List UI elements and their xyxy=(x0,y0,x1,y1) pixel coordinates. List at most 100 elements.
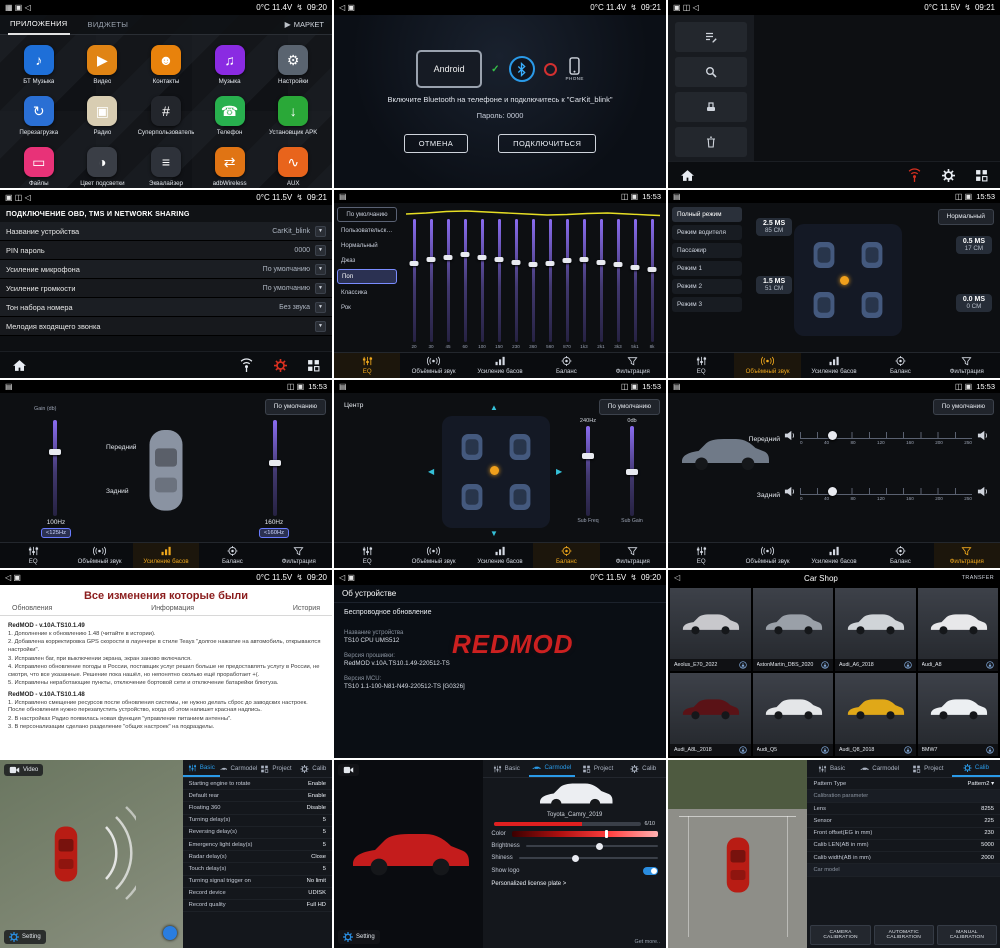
car-model-card[interactable]: Audi_Q8_2018 xyxy=(835,673,916,756)
tab-applications[interactable]: ПРИЛОЖЕНИЯ xyxy=(8,14,70,35)
tab-surround[interactable]: Объёмный звук xyxy=(400,353,466,378)
eq-band-slider[interactable]: 870 xyxy=(559,219,575,349)
settings-row[interactable]: Усиление микрофона По умолчанию ▼ xyxy=(0,260,332,279)
settings-row[interactable]: Усиление громкости По умолчанию ▼ xyxy=(0,279,332,298)
tab-filter[interactable]: Фильтрация xyxy=(934,353,1000,378)
app-shortcut[interactable]: ▶ Видео xyxy=(72,45,134,85)
show-logo-toggle[interactable] xyxy=(643,867,658,875)
tab-filter[interactable]: Фильтрация xyxy=(266,543,332,568)
tab-carmodel[interactable]: Carmodel xyxy=(856,760,904,777)
arrow-left-icon[interactable]: ◀ xyxy=(428,468,434,476)
settings-row[interactable]: Название устройства CarKit_blink ▼ xyxy=(0,222,332,241)
download-icon[interactable] xyxy=(739,746,747,754)
automatic-calibration-button[interactable]: AUTOMATIC CALIBRATION xyxy=(874,925,934,945)
tab-updates[interactable]: Обновления xyxy=(12,605,52,612)
eq-band-slider[interactable]: 8k xyxy=(644,219,660,349)
rear-bass-slider[interactable] xyxy=(260,420,290,516)
tab-surround[interactable]: Объёмный звук xyxy=(734,353,800,378)
mode-passenger[interactable]: Пассажир xyxy=(672,243,742,258)
preset-normal[interactable]: Нормальный xyxy=(337,239,397,252)
setting-value[interactable]: No limit xyxy=(307,878,326,884)
rear-filter-knob[interactable] xyxy=(828,487,837,496)
sub-freq-knob[interactable] xyxy=(582,453,594,459)
eq-band-knob[interactable] xyxy=(597,260,606,265)
app-shortcut[interactable]: ≡ Эквалайзер xyxy=(135,147,197,187)
mode-full[interactable]: Полный режим xyxy=(672,207,742,222)
home-icon[interactable] xyxy=(680,169,695,182)
setting-value[interactable]: 5000 xyxy=(981,842,994,848)
download-icon[interactable] xyxy=(904,661,912,669)
tab-project[interactable]: Project xyxy=(575,760,621,777)
eq-band-knob[interactable] xyxy=(512,260,521,265)
dropdown-icon[interactable]: ▼ xyxy=(315,283,326,294)
cancel-button[interactable]: ОТМЕНА xyxy=(404,134,468,153)
setting-value[interactable]: 2000 xyxy=(981,855,994,861)
eq-band-knob[interactable] xyxy=(444,255,453,260)
app-shortcut[interactable]: ⇄ adbWireless xyxy=(199,147,261,187)
edit-list-button[interactable] xyxy=(675,22,747,52)
tab-calib[interactable]: Calib xyxy=(952,760,1000,777)
setting-value[interactable]: 225 xyxy=(984,818,994,824)
dropdown-icon[interactable]: ▼ xyxy=(315,245,326,256)
car-model-card[interactable]: Audi_A8L_2018 xyxy=(670,673,751,756)
front-bass-slider[interactable] xyxy=(40,420,70,516)
dropdown-icon[interactable]: ▼ xyxy=(315,264,326,275)
settings-row[interactable]: Record quality Full HD xyxy=(183,900,332,912)
color-slider-marker[interactable] xyxy=(605,830,608,838)
car-model-card[interactable]: Audi_A8 xyxy=(918,588,999,671)
app-shortcut[interactable]: ◑ Цвет подсветки xyxy=(72,147,134,187)
eq-band-slider[interactable]: 360 xyxy=(525,219,541,349)
default-button[interactable]: По умолчанию xyxy=(599,399,660,415)
eq-band-knob[interactable] xyxy=(427,257,436,262)
dropdown-icon[interactable]: ▼ xyxy=(315,226,326,237)
rear-bass-knob[interactable] xyxy=(269,460,281,466)
tab-surround[interactable]: Объёмный звук xyxy=(734,543,800,568)
eq-band-knob[interactable] xyxy=(614,262,623,267)
settings-row[interactable]: Record device UDISK xyxy=(183,888,332,900)
brightness-knob[interactable] xyxy=(596,843,603,850)
sub-gain-knob[interactable] xyxy=(626,469,638,475)
get-more-link[interactable]: Get more.. xyxy=(635,939,660,945)
car-model-card[interactable]: BMW7 xyxy=(918,673,999,756)
app-shortcut[interactable]: ⚙ Настройки xyxy=(262,45,324,85)
eq-band-slider[interactable]: 45 xyxy=(440,219,456,349)
back-icon[interactable]: ◁ xyxy=(674,574,680,582)
tab-calib[interactable]: Calib xyxy=(620,760,666,777)
tab-bass-boost[interactable]: Усиление басов xyxy=(467,543,533,568)
setting-value[interactable]: Enable xyxy=(308,793,326,799)
settings-row[interactable]: Тон набора номера Без звука ▼ xyxy=(0,298,332,317)
download-icon[interactable] xyxy=(904,746,912,754)
tab-eq[interactable]: EQ xyxy=(668,353,734,378)
setting-value[interactable]: 5 xyxy=(323,829,326,835)
arrow-right-icon[interactable]: ▶ xyxy=(556,468,562,476)
grid-icon[interactable] xyxy=(307,359,320,372)
setting-value[interactable]: Enable xyxy=(308,781,326,787)
tab-basic[interactable]: Basic xyxy=(183,760,220,777)
search-button[interactable] xyxy=(675,57,747,87)
settings-row[interactable]: Calib width(AB in mm) 2000 xyxy=(807,852,1000,864)
download-icon[interactable] xyxy=(986,661,994,669)
car-model-card[interactable]: AstonMartin_DBS_2020 xyxy=(753,588,834,671)
front-bass-knob[interactable] xyxy=(49,449,61,455)
connect-button[interactable]: ПОДКЛЮЧИТЬСЯ xyxy=(498,134,596,153)
eq-band-slider[interactable]: 60 xyxy=(457,219,473,349)
app-shortcut[interactable]: ♫ Музыка xyxy=(199,45,261,85)
eq-band-knob[interactable] xyxy=(631,265,640,270)
manual-calibration-button[interactable]: MANUAL CALIBRATION xyxy=(937,925,997,945)
tab-surround[interactable]: Объёмный звук xyxy=(66,543,132,568)
shiness-slider[interactable] xyxy=(519,857,658,859)
preset-user[interactable]: Пользовательские xyxy=(337,224,397,237)
video-chip[interactable]: Video xyxy=(4,764,43,776)
app-shortcut[interactable]: # Суперпользователь xyxy=(135,96,197,136)
tab-balance[interactable]: Баланс xyxy=(533,353,599,378)
tab-eq[interactable]: EQ xyxy=(334,543,400,568)
settings-row[interactable]: Turning delay(s) 5 xyxy=(183,815,332,827)
eq-band-slider[interactable]: 30 xyxy=(423,219,439,349)
front-freq-badge[interactable]: <125Hz xyxy=(41,528,71,538)
gear-icon[interactable] xyxy=(942,169,955,182)
setting-value[interactable]: 230 xyxy=(984,830,994,836)
tab-eq[interactable]: EQ xyxy=(334,353,400,378)
mode-3[interactable]: Режим 3 xyxy=(672,297,742,312)
settings-row[interactable]: Emergency light delay(s) 5 xyxy=(183,839,332,851)
rear-filter-slider[interactable]: 04080120160200250 xyxy=(800,488,972,501)
